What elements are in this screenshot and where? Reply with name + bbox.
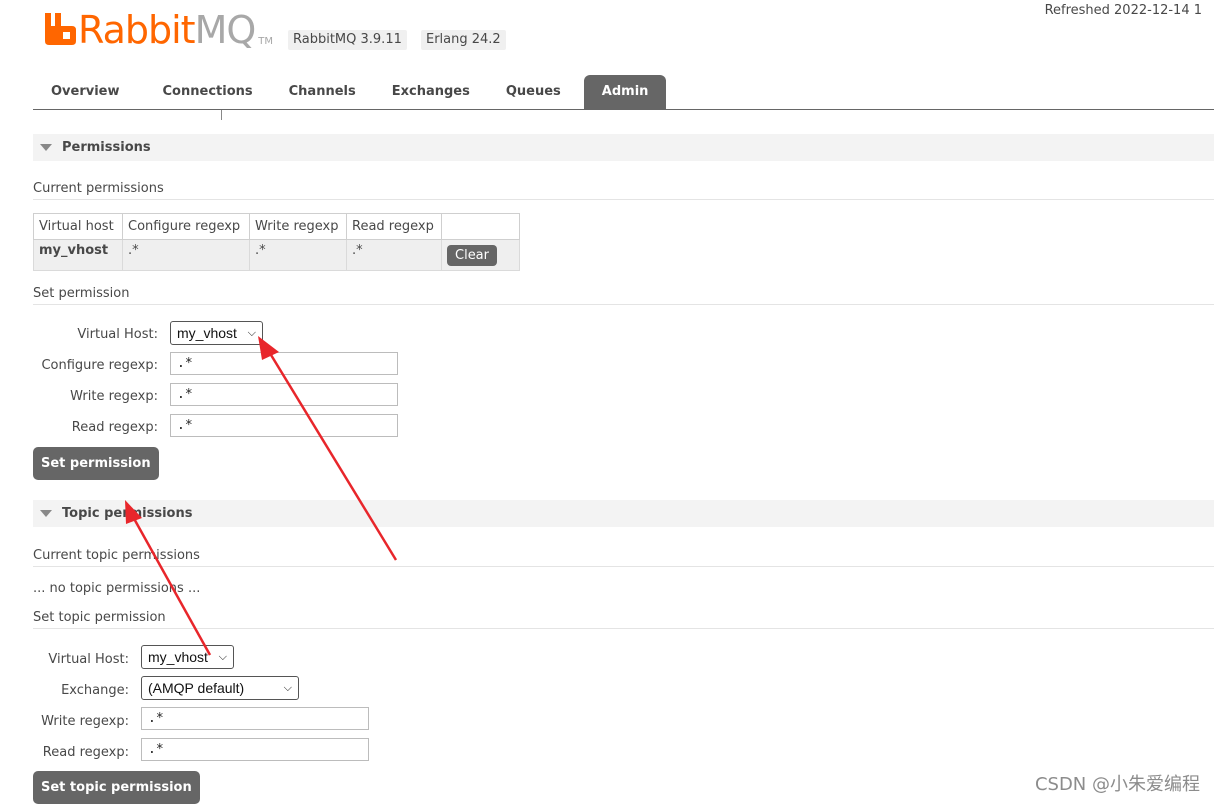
write-regexp-input[interactable]: .* xyxy=(170,383,398,406)
tab-overview[interactable]: Overview xyxy=(33,75,138,109)
topic-read-regexp-label: Read regexp: xyxy=(42,745,129,760)
chevron-down-icon: ⌵ xyxy=(218,651,227,663)
header: RabbitMQ TM RabbitMQ 3.9.11 Erlang 24.2 … xyxy=(0,0,1214,70)
refreshed-timestamp: Refreshed 2022-12-14 1 xyxy=(1044,3,1202,18)
collapse-triangle-icon xyxy=(40,144,52,151)
configure-regexp-label: Configure regexp: xyxy=(41,358,158,373)
vhost-select-value: my_vhost xyxy=(177,325,237,341)
write-regexp-label: Write regexp: xyxy=(70,389,158,404)
rabbitmq-logo[interactable]: RabbitMQ TM xyxy=(45,8,273,52)
topic-vhost-select[interactable]: my_vhost ⌵ xyxy=(141,645,234,669)
topic-write-regexp-label: Write regexp: xyxy=(41,714,129,729)
vhost-label: Virtual Host: xyxy=(77,327,158,342)
chevron-down-icon: ⌵ xyxy=(283,682,292,694)
col-write-regexp: Write regexp xyxy=(249,213,347,240)
topic-write-regexp-input[interactable]: .* xyxy=(141,707,369,730)
set-permission-button[interactable]: Set permission xyxy=(33,447,159,480)
read-regexp-label: Read regexp: xyxy=(71,420,158,435)
col-actions xyxy=(441,213,520,240)
tab-admin[interactable]: Admin xyxy=(583,75,667,109)
col-read-regexp: Read regexp xyxy=(346,213,442,240)
row-vhost: my_vhost xyxy=(33,239,123,271)
csdn-watermark: CSDN @小朱爱编程 xyxy=(1034,774,1200,795)
logo-wordmark: RabbitMQ xyxy=(78,8,256,52)
table-header-row: Virtual host Configure regexp Write rege… xyxy=(33,213,520,240)
exchange-label: Exchange: xyxy=(61,683,129,698)
vhost-select[interactable]: my_vhost ⌵ xyxy=(170,321,263,345)
tab-divider xyxy=(221,110,222,120)
permissions-section-title: Permissions xyxy=(62,140,151,155)
tab-channels[interactable]: Channels xyxy=(271,75,374,109)
current-permissions-heading: Current permissions xyxy=(33,181,1214,200)
exchange-select[interactable]: (AMQP default) ⌵ xyxy=(141,676,299,700)
row-configure: .* xyxy=(122,239,250,271)
row-actions: Clear xyxy=(441,239,520,271)
collapse-triangle-icon xyxy=(40,510,52,517)
exchange-select-value: (AMQP default) xyxy=(148,680,245,696)
logo-trademark: TM xyxy=(258,36,274,47)
chevron-down-icon: ⌵ xyxy=(247,327,256,339)
row-write: .* xyxy=(249,239,347,271)
tab-exchanges[interactable]: Exchanges xyxy=(374,75,488,109)
set-topic-permission-button[interactable]: Set topic permission xyxy=(33,771,200,804)
col-configure-regexp: Configure regexp xyxy=(122,213,250,240)
rabbit-logo-icon xyxy=(45,13,76,45)
topic-permissions-section-toggle[interactable]: Topic permissions xyxy=(33,500,1214,527)
permissions-table: Virtual host Configure regexp Write rege… xyxy=(33,213,520,271)
clear-permission-button[interactable]: Clear xyxy=(447,244,497,266)
rabbitmq-version-badge: RabbitMQ 3.9.11 xyxy=(288,30,407,50)
row-read: .* xyxy=(346,239,442,271)
permissions-section-toggle[interactable]: Permissions xyxy=(33,134,1214,161)
topic-vhost-label: Virtual Host: xyxy=(48,652,129,667)
read-regexp-input[interactable]: .* xyxy=(170,414,398,437)
tab-connections[interactable]: Connections xyxy=(145,75,271,109)
configure-regexp-input[interactable]: .* xyxy=(170,352,398,375)
topic-read-regexp-input[interactable]: .* xyxy=(141,738,369,761)
table-row: my_vhost .* .* .* Clear xyxy=(33,239,520,271)
main-nav-tabs: Overview Connections Channels Exchanges … xyxy=(33,75,1214,110)
col-virtual-host: Virtual host xyxy=(33,213,123,240)
tab-queues[interactable]: Queues xyxy=(488,75,579,109)
topic-vhost-select-value: my_vhost xyxy=(148,649,208,665)
topic-permissions-section-title: Topic permissions xyxy=(62,506,193,521)
no-topic-permissions-text: ... no topic permissions ... xyxy=(33,581,201,596)
current-topic-permissions-heading: Current topic permissions xyxy=(33,548,1214,567)
erlang-version-badge: Erlang 24.2 xyxy=(421,30,506,50)
set-permission-heading: Set permission xyxy=(33,286,1214,305)
set-topic-permission-heading: Set topic permission xyxy=(33,610,1214,629)
